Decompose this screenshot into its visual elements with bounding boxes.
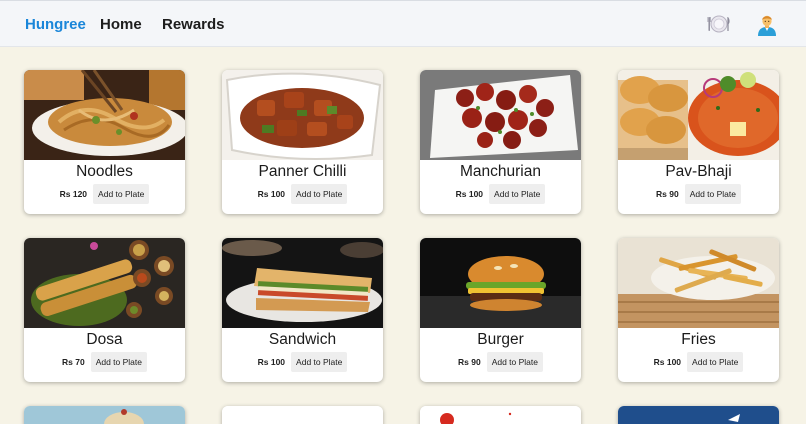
menu-card-fries: Fries Rs 100 Add to Plate: [618, 238, 779, 382]
add-to-plate-button[interactable]: Add to Plate: [93, 184, 150, 204]
partial-food-image-1: [24, 406, 185, 424]
add-to-plate-button[interactable]: Add to Plate: [291, 184, 348, 204]
item-name: Burger: [477, 331, 524, 348]
item-name: Fries: [681, 331, 716, 348]
brand-logo[interactable]: Hungree: [25, 16, 86, 33]
add-to-plate-button[interactable]: Add to Plate: [687, 352, 744, 372]
menu-card-sandwich: Sandwich Rs 100 Add to Plate: [222, 238, 383, 382]
item-name: Pav-Bhaji: [665, 163, 732, 180]
menu-card-partial-4: [618, 406, 779, 424]
menu-card-pav-bhaji: Pav-Bhaji Rs 90 Add to Plate: [618, 70, 779, 214]
nav-link-home[interactable]: Home: [100, 16, 142, 33]
item-name: Noodles: [76, 163, 133, 180]
item-name: Manchurian: [460, 163, 541, 180]
add-to-plate-button[interactable]: Add to Plate: [291, 352, 348, 372]
panner-chilli-image: [222, 70, 383, 160]
partial-food-image-2: [222, 406, 383, 424]
menu-card-panner-chilli: Panner Chilli Rs 100 Add to Plate: [222, 70, 383, 214]
item-price: Rs 100: [455, 189, 484, 199]
add-to-plate-button[interactable]: Add to Plate: [684, 184, 741, 204]
top-navbar: Hungree Home Rewards: [0, 0, 806, 47]
item-name: Sandwich: [268, 331, 337, 348]
pav-bhaji-image: [618, 70, 779, 160]
manchurian-image: [420, 70, 581, 160]
menu-card-partial-3: [420, 406, 581, 424]
menu-card-burger: Burger Rs 90 Add to Plate: [420, 238, 581, 382]
menu-card-dosa: Dosa Rs 70 Add to Plate: [24, 238, 185, 382]
item-price: Rs 100: [653, 357, 682, 367]
item-price: Rs 90: [458, 357, 481, 367]
item-price: Rs 120: [59, 189, 88, 199]
partial-food-image-3: [420, 406, 581, 424]
item-name: Dosa: [86, 331, 123, 348]
noodles-image: [24, 70, 185, 160]
partial-food-image-4: [618, 406, 779, 424]
item-price: Rs 100: [257, 189, 286, 199]
dosa-image: [24, 238, 185, 328]
menu-card-noodles: Noodles Rs 120 Add to Plate: [24, 70, 185, 214]
add-to-plate-button[interactable]: Add to Plate: [486, 352, 543, 372]
add-to-plate-button[interactable]: Add to Plate: [489, 184, 546, 204]
add-to-plate-button[interactable]: Add to Plate: [90, 352, 147, 372]
plate-cutlery-icon[interactable]: [707, 12, 731, 36]
item-price: Rs 70: [62, 357, 85, 367]
item-price: Rs 90: [656, 189, 679, 199]
menu-card-partial-1: [24, 406, 185, 424]
sandwich-image: [222, 238, 383, 328]
fries-image: [618, 238, 779, 328]
burger-image: [420, 238, 581, 328]
menu-card-manchurian: Manchurian Rs 100 Add to Plate: [420, 70, 581, 214]
nav-link-rewards[interactable]: Rewards: [162, 16, 225, 33]
item-price: Rs 100: [257, 357, 286, 367]
menu-card-partial-2: [222, 406, 383, 424]
item-name: Panner Chilli: [258, 163, 347, 180]
user-avatar-icon[interactable]: [755, 12, 779, 36]
